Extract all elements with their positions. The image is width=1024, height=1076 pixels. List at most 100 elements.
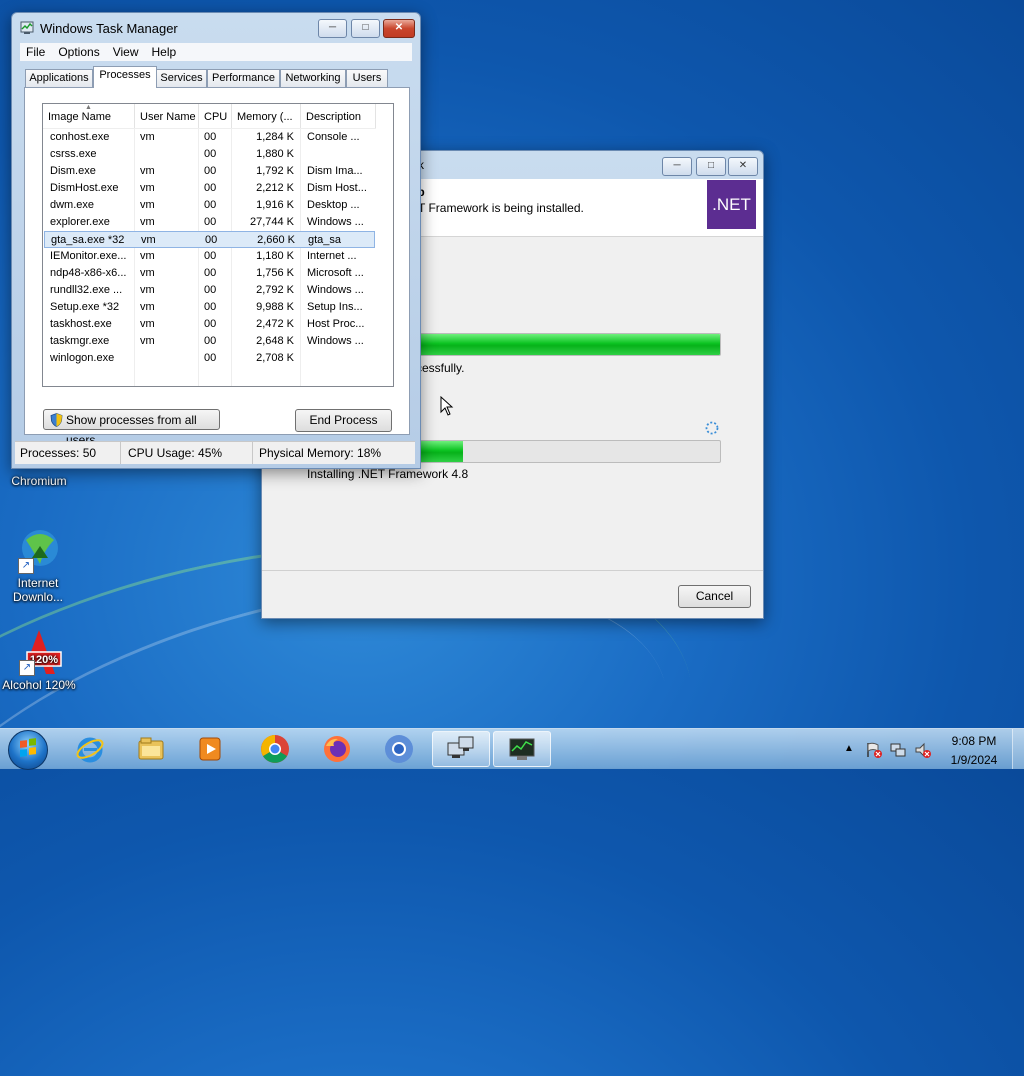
column-user-name[interactable]: User Name: [135, 104, 199, 128]
status-bar: Processes: 50 CPU Usage: 45% Physical Me…: [15, 441, 415, 464]
process-cpu: 00: [204, 250, 217, 262]
firefox-icon: [322, 734, 352, 764]
cancel-button[interactable]: Cancel: [678, 585, 751, 608]
process-description: Dism Ima...: [307, 165, 363, 177]
process-cpu: 00: [204, 199, 217, 211]
maximize-button[interactable]: □: [351, 19, 380, 38]
tab-networking[interactable]: Networking: [280, 69, 346, 87]
idm-icon: ↗: [14, 526, 62, 574]
process-list[interactable]: ▲ Image Name User Name CPU Memory (... D…: [42, 103, 394, 387]
column-description[interactable]: Description: [301, 104, 376, 128]
process-user-name: vm: [140, 182, 155, 194]
taskbar: ▲ 9:08 PM 1/9/2024: [0, 728, 1024, 770]
menu-options[interactable]: Options: [52, 43, 106, 61]
maximize-button[interactable]: □: [696, 157, 726, 176]
process-cpu: 00: [204, 301, 217, 313]
menu-help[interactable]: Help: [146, 43, 184, 61]
process-description: Desktop ...: [307, 199, 360, 211]
end-process-button[interactable]: End Process: [295, 409, 392, 432]
process-memory: 1,756 K: [256, 267, 294, 279]
network-setup-icon: [446, 734, 476, 764]
process-row[interactable]: explorer.exe vm 00 27,744 K Windows ...: [44, 214, 375, 231]
process-row[interactable]: rundll32.exe ... vm 00 2,792 K Windows ...: [44, 282, 375, 299]
process-user-name: vm: [140, 199, 155, 211]
taskbar-internet-explorer[interactable]: [61, 731, 119, 767]
process-row[interactable]: IEMonitor.exe... vm 00 1,180 K Internet ...: [44, 248, 375, 265]
desktop-icon-chromium[interactable]: Chromium: [1, 474, 77, 488]
show-desktop-button[interactable]: [1012, 729, 1024, 769]
process-memory: 1,180 K: [256, 250, 294, 262]
process-image-name: explorer.exe: [50, 216, 110, 228]
process-image-name: gta_sa.exe *32: [51, 234, 125, 246]
process-image-name: csrss.exe: [50, 148, 97, 160]
process-row[interactable]: Dism.exe vm 00 1,792 K Dism Ima...: [44, 163, 375, 180]
taskbar-task-manager[interactable]: [493, 731, 551, 767]
process-cpu: 00: [204, 267, 217, 279]
process-row[interactable]: gta_sa.exe *32 vm 00 2,660 K gta_sa: [44, 231, 375, 248]
process-row[interactable]: ndp48-x86-x6... vm 00 1,756 K Microsoft ...: [44, 265, 375, 282]
process-row[interactable]: dwm.exe vm 00 1,916 K Desktop ...: [44, 197, 375, 214]
minimize-button[interactable]: ─: [662, 157, 692, 176]
status-processes: Processes: 50: [15, 442, 121, 464]
desktop-icon-internet-download-manager[interactable]: ↗ Internet Downlo...: [0, 526, 76, 604]
process-image-name: conhost.exe: [50, 131, 110, 143]
tab-performance[interactable]: Performance: [207, 69, 280, 87]
process-cpu: 00: [205, 234, 218, 246]
clock-time: 9:08 PM: [951, 734, 997, 748]
volume-muted-icon[interactable]: [914, 741, 932, 759]
process-row[interactable]: winlogon.exe 00 2,708 K: [44, 350, 375, 367]
process-description: Setup Ins...: [307, 301, 363, 313]
process-row[interactable]: conhost.exe vm 00 1,284 K Console ...: [44, 129, 375, 146]
menu-view[interactable]: View: [107, 43, 146, 61]
process-user-name: vm: [140, 318, 155, 330]
menu-file[interactable]: File: [20, 43, 52, 61]
taskbar-media-player[interactable]: [181, 731, 239, 767]
task-manager-window[interactable]: Windows Task Manager ─ □ ✕ File Options Vi…: [11, 12, 421, 469]
tab-users[interactable]: Users: [346, 69, 388, 87]
column-image-name[interactable]: Image Name: [43, 104, 135, 128]
process-memory: 2,792 K: [256, 284, 294, 296]
process-row[interactable]: taskmgr.exe vm 00 2,648 K Windows ...: [44, 333, 375, 350]
taskbar-file-explorer[interactable]: [122, 731, 180, 767]
system-clock[interactable]: 9:08 PM 1/9/2024: [944, 734, 1004, 768]
taskbar-chromium[interactable]: [370, 731, 428, 767]
minimize-button[interactable]: ─: [318, 19, 347, 38]
taskbar-firefox[interactable]: [308, 731, 366, 767]
media-player-icon: [195, 734, 225, 764]
process-row[interactable]: taskhost.exe vm 00 2,472 K Host Proc...: [44, 316, 375, 333]
process-description: gta_sa: [308, 234, 342, 246]
desktop-icon-alcohol-120[interactable]: 120% ↗ Alcohol 120%: [1, 628, 77, 692]
title-bar[interactable]: Windows Task Manager ─ □ ✕: [12, 13, 420, 43]
column-headers: ▲ Image Name User Name CPU Memory (... D…: [43, 104, 393, 129]
show-hidden-icons-button[interactable]: ▲: [844, 743, 856, 755]
start-button[interactable]: [8, 730, 48, 770]
tab-services[interactable]: Services: [156, 69, 207, 87]
desktop-icon-label: Chromium: [11, 474, 67, 488]
action-center-flag-icon[interactable]: [865, 741, 883, 759]
column-cpu[interactable]: CPU: [199, 104, 232, 128]
task-manager-icon: [20, 21, 34, 35]
show-all-users-button[interactable]: Show processes from all users: [43, 409, 220, 447]
task-manager-icon: [507, 734, 537, 764]
close-button[interactable]: ✕: [383, 19, 415, 38]
process-row[interactable]: csrss.exe 00 1,880 K: [44, 146, 375, 163]
process-image-name: taskmgr.exe: [50, 335, 110, 347]
taskbar-net-setup[interactable]: [432, 731, 490, 767]
tab-applications[interactable]: Applications: [25, 69, 93, 87]
close-button[interactable]: ✕: [728, 157, 758, 176]
process-row[interactable]: Setup.exe *32 vm 00 9,988 K Setup Ins...: [44, 299, 375, 316]
process-user-name: vm: [140, 267, 155, 279]
process-user-name: vm: [140, 216, 155, 228]
process-description: Windows ...: [307, 335, 364, 347]
network-status-icon[interactable]: [889, 741, 907, 759]
processes-panel: ▲ Image Name User Name CPU Memory (... D…: [24, 87, 410, 447]
menu-bar: File Options View Help: [20, 43, 412, 61]
column-memory[interactable]: Memory (...: [232, 104, 301, 128]
taskbar-chrome[interactable]: [246, 731, 304, 767]
process-cpu: 00: [204, 148, 217, 160]
process-user-name: vm: [140, 284, 155, 296]
tab-processes[interactable]: Processes: [93, 66, 157, 88]
process-user-name: vm: [140, 301, 155, 313]
process-description: Dism Host...: [307, 182, 367, 194]
process-row[interactable]: DismHost.exe vm 00 2,212 K Dism Host...: [44, 180, 375, 197]
